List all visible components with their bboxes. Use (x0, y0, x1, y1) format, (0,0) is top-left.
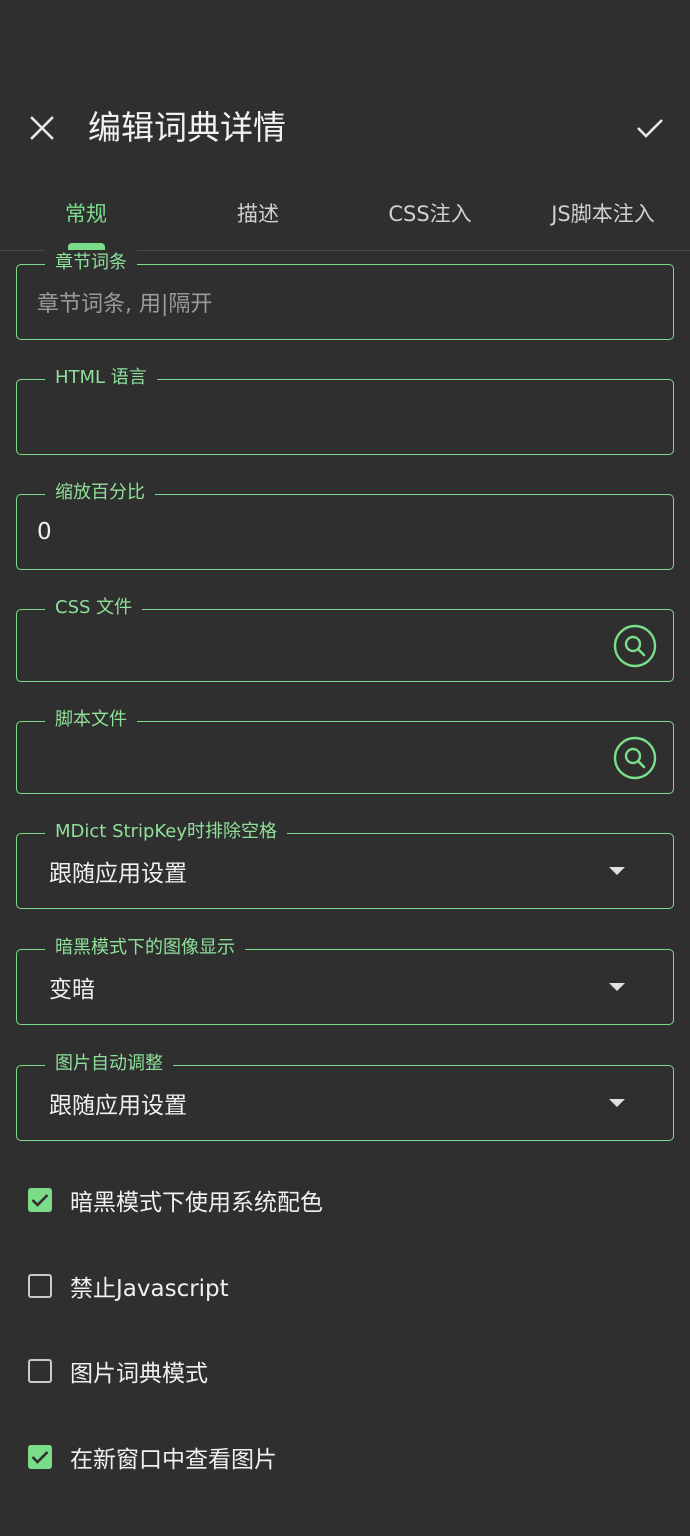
checkbox-label: 图片词典模式 (70, 1361, 208, 1387)
tab-label: CSS注入 (388, 202, 472, 226)
zoom-percent-value: 0 (37, 519, 52, 545)
css-file-field[interactable]: CSS 文件 (16, 595, 674, 682)
close-button[interactable] (20, 106, 64, 150)
tab-description[interactable]: 描述 (172, 180, 344, 250)
confirm-button[interactable] (628, 106, 672, 150)
checkmark-icon (31, 1194, 49, 1207)
html-language-label: HTML 语言 (45, 365, 157, 391)
tab-label: 常规 (65, 202, 107, 226)
css-file-search-icon[interactable] (613, 624, 657, 668)
checkbox-label: 在新窗口中查看图片 (70, 1447, 277, 1473)
tab-css-injection[interactable]: CSS注入 (344, 180, 516, 250)
html-language-field[interactable]: HTML 语言 (16, 365, 674, 455)
mdict-stripkey-value: 跟随应用设置 (49, 861, 187, 887)
tab-label: JS脚本注入 (551, 202, 655, 226)
check-icon (637, 119, 663, 138)
script-file-search-icon[interactable] (613, 736, 657, 780)
tab-general[interactable]: 常规 (0, 180, 172, 250)
dropdown-arrow-icon (609, 983, 625, 991)
close-icon (30, 116, 54, 140)
image-autofit-value: 跟随应用设置 (49, 1093, 187, 1119)
script-file-label: 脚本文件 (45, 707, 137, 733)
dropdown-arrow-icon (609, 867, 625, 875)
chapter-entries-placeholder: 章节词条, 用|隔开 (37, 292, 213, 317)
disable-javascript-checkbox-row[interactable]: 禁止Javascript (28, 1266, 229, 1306)
tab-bar: 常规 描述 CSS注入 JS脚本注入 (0, 180, 690, 251)
app-bar: 编辑词典详情 (0, 88, 690, 168)
edit-dictionary-screen: 编辑词典详情 常规 描述 CSS注入 JS脚本注入 章节词条 章节词条, 用|隔… (0, 0, 690, 1536)
checkbox[interactable] (28, 1445, 52, 1469)
checkbox[interactable] (28, 1188, 52, 1212)
tab-js-injection[interactable]: JS脚本注入 (516, 180, 690, 250)
zoom-percent-field[interactable]: 缩放百分比 0 (16, 480, 674, 570)
checkmark-icon (31, 1451, 49, 1464)
system-colors-checkbox-row[interactable]: 暗黑模式下使用系统配色 (28, 1180, 323, 1220)
page-title: 编辑词典详情 (88, 108, 286, 147)
script-file-field[interactable]: 脚本文件 (16, 707, 674, 794)
image-autofit-select[interactable]: 图片自动调整 跟随应用设置 (16, 1051, 674, 1141)
view-image-new-window-checkbox-row[interactable]: 在新窗口中查看图片 (28, 1437, 277, 1477)
checkbox[interactable] (28, 1359, 52, 1383)
active-tab-indicator (68, 243, 105, 250)
zoom-percent-label: 缩放百分比 (45, 480, 155, 506)
tab-label: 描述 (237, 202, 279, 226)
checkbox[interactable] (28, 1274, 52, 1298)
css-file-label: CSS 文件 (45, 595, 143, 621)
image-dictionary-mode-checkbox-row[interactable]: 图片词典模式 (28, 1351, 208, 1391)
dark-image-select[interactable]: 暗黑模式下的图像显示 变暗 (16, 935, 674, 1025)
dark-image-value: 变暗 (49, 977, 95, 1003)
mdict-stripkey-select[interactable]: MDict StripKey时排除空格 跟随应用设置 (16, 819, 674, 909)
checkbox-label: 暗黑模式下使用系统配色 (70, 1190, 323, 1216)
dropdown-arrow-icon (609, 1099, 625, 1107)
checkbox-label: 禁止Javascript (70, 1276, 229, 1302)
chapter-entries-field[interactable]: 章节词条 章节词条, 用|隔开 (16, 250, 674, 340)
